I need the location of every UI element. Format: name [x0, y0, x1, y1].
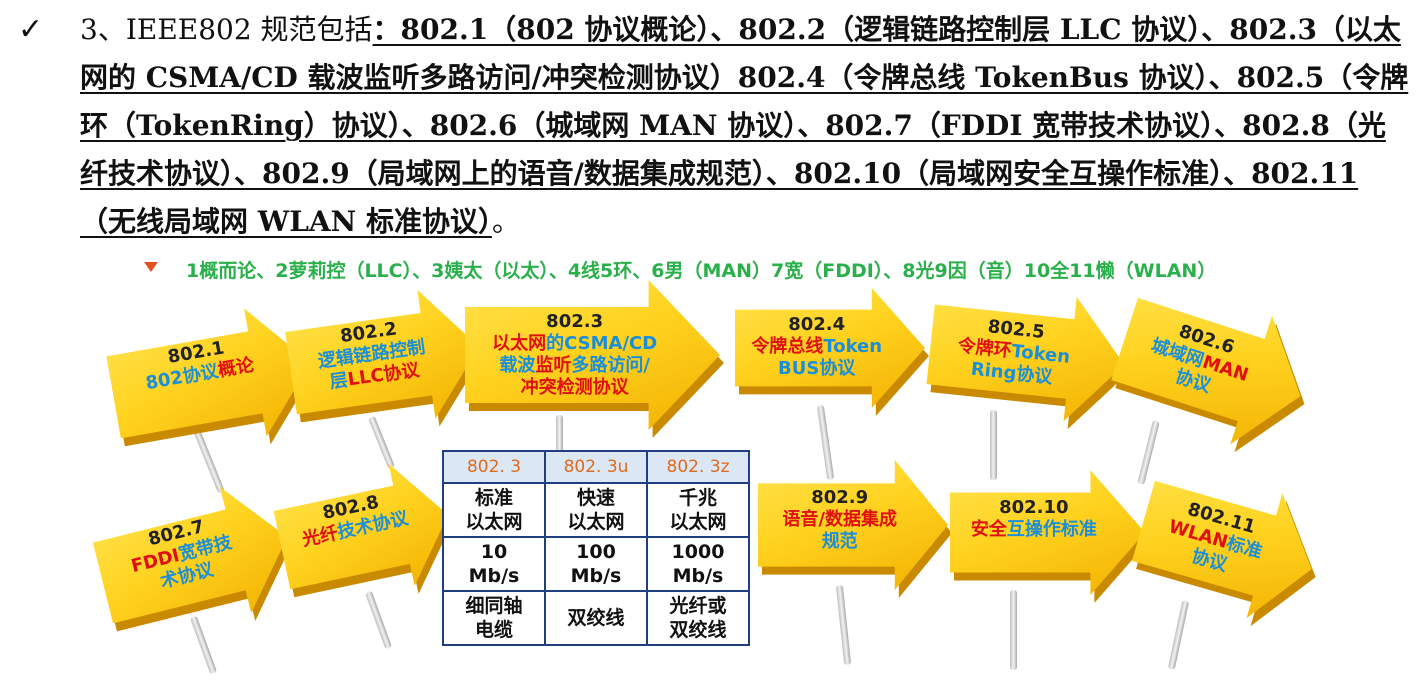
sign-post: [1010, 590, 1017, 670]
sign-text-part: 冲突检测协议: [520, 377, 629, 398]
table-header: 802. 3z: [646, 450, 750, 484]
sign-text-part: 互操作标准: [1006, 518, 1097, 540]
sign-text: 语音/数据集成 规范: [758, 509, 921, 553]
sign-number: 802.9: [811, 487, 869, 509]
sign-post: [1137, 420, 1160, 485]
sign-post: [835, 584, 852, 666]
sign-text-part: 载波: [499, 355, 536, 376]
table-cell: 光纤或 双绞线: [646, 590, 750, 646]
table-cell: 细同轴 电缆: [442, 590, 546, 646]
sign-label: 802.3 以太网的CSMA/CD 载波监听多路访问/ 冲突检测协议: [465, 311, 684, 399]
sign-post: [816, 404, 835, 481]
table-cell: 10 Mb/s: [442, 536, 546, 592]
paragraph-end: 。: [491, 205, 520, 238]
paragraph-underlined-body: ：802.1（802 协议概论）、802.2（逻辑链路控制层 LLC 协议）、8…: [80, 13, 1409, 238]
table-cell: 标准 以太网: [442, 482, 546, 538]
ieee802-paragraph: 3、IEEE802 规范包括：802.1（802 协议概论）、802.2（逻辑链…: [80, 6, 1410, 246]
sign-text: 令牌总线Token BUS协议: [735, 336, 898, 380]
sign-text-part: Token: [823, 335, 883, 357]
sign-post: [1167, 600, 1190, 670]
sign-post: [192, 426, 225, 494]
sign-post: [556, 415, 563, 455]
sign-post: [364, 590, 393, 650]
table-cell: 千兆 以太网: [646, 482, 750, 538]
table-cell: 100 Mb/s: [544, 536, 648, 592]
mnemonic-line: 1概而论、2萝莉控（LLC）、3姨太（以太）、4线5环、6男（MAN）7宽（FD…: [186, 260, 1217, 282]
sign-label: 802.4 令牌总线Token BUS协议: [735, 314, 898, 380]
sign-text-part: 规范: [821, 531, 858, 553]
sign-label: 802.9 语音/数据集成 规范: [758, 487, 921, 553]
checkmark-icon: ✓: [18, 12, 44, 47]
sign-text: 安全互操作标准: [950, 519, 1118, 541]
sign-text-part: BUS协议: [778, 357, 856, 379]
sign-number: 802.10: [999, 496, 1069, 518]
sign-post: [367, 415, 396, 470]
sign-label: 802.10 安全互操作标准: [950, 497, 1118, 541]
table-header: 802. 3u: [544, 450, 648, 484]
table-cell: 1000 Mb/s: [646, 536, 750, 592]
sign-post: [189, 615, 218, 675]
sign-number: 802.4: [788, 313, 846, 335]
table-cell: 快速 以太网: [544, 482, 648, 538]
table-header-row: 802. 3 802. 3u 802. 3z: [442, 450, 750, 484]
table-row: 细同轴 电缆 双绞线 光纤或 双绞线: [442, 590, 750, 646]
table-header: 802. 3: [442, 450, 546, 484]
sign-text-part: 监听: [535, 355, 572, 376]
sign-text-part: 以太网: [492, 333, 547, 354]
table-row: 标准 以太网 快速 以太网 千兆 以太网: [442, 482, 750, 538]
sign-text-part: 的CSMA/CD: [546, 333, 658, 354]
sign-post: [990, 410, 997, 480]
sign-text-part: 语音/数据集成: [782, 509, 897, 531]
table-cell: 双绞线: [544, 590, 648, 646]
table-row: 10 Mb/s 100 Mb/s 1000 Mb/s: [442, 536, 750, 592]
sign-text: 以太网的CSMA/CD 载波监听多路访问/ 冲突检测协议: [465, 333, 684, 399]
ethernet-table: 802. 3 802. 3u 802. 3z 标准 以太网 快速 以太网 千兆 …: [442, 450, 750, 646]
sign-text-part: 安全: [970, 518, 1007, 540]
sign-number: 802.3: [546, 311, 604, 332]
sign-text-part: 多路访问/: [571, 355, 650, 376]
paragraph-lead: 3、IEEE802 规范包括: [80, 13, 373, 46]
sign-text-part: 令牌总线: [751, 335, 824, 357]
